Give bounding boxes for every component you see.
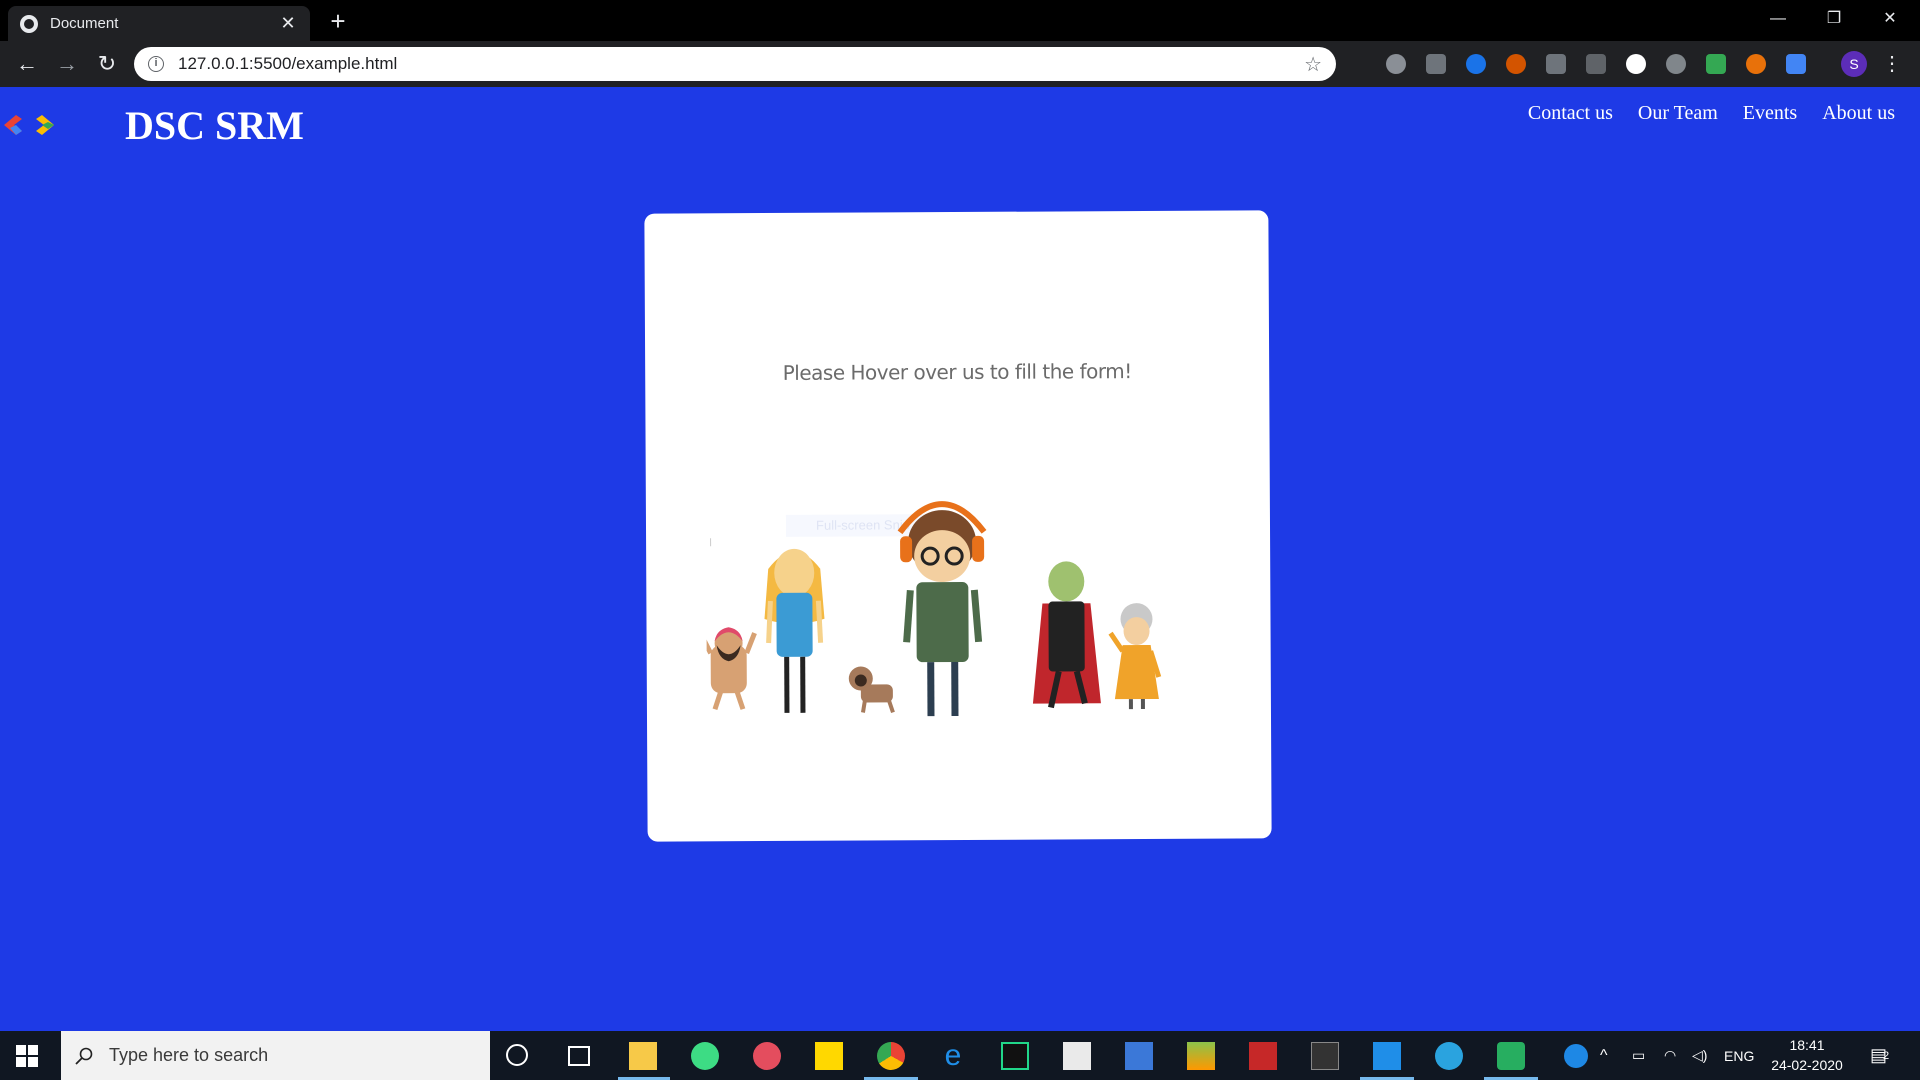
search-icon <box>75 1047 93 1065</box>
nav-events[interactable]: Events <box>1743 102 1797 125</box>
blonde-girl-character-icon <box>764 548 825 713</box>
extension-icon[interactable] <box>1426 54 1446 74</box>
nav-contact-us[interactable]: Contact us <box>1528 102 1613 125</box>
vampire-android-character-icon <box>1032 561 1101 709</box>
document-icon[interactable] <box>1063 1042 1091 1070</box>
globe-icon <box>20 14 38 33</box>
extension-icon[interactable] <box>1506 54 1526 74</box>
minimize-button[interactable]: — <box>1750 0 1806 38</box>
sticky-notes-icon[interactable] <box>815 1042 843 1070</box>
wifi-icon[interactable]: ◠ <box>1664 1031 1676 1080</box>
browser-toolbar: ← → ↻ i 127.0.0.1:5500/example.html ☆ S … <box>0 41 1920 87</box>
extension-icon[interactable] <box>1586 54 1606 74</box>
chrome-icon[interactable] <box>877 1042 905 1070</box>
pycharm-icon[interactable] <box>1001 1042 1029 1070</box>
app-icon[interactable] <box>1249 1042 1277 1070</box>
terminal-icon[interactable] <box>1311 1042 1339 1070</box>
browser-tab-bar: Document ✕ + — ❐ ✕ <box>0 0 1920 41</box>
notification-count: 2 <box>1883 1049 1890 1062</box>
address-bar[interactable]: i 127.0.0.1:5500/example.html ☆ <box>134 47 1336 81</box>
page-content: DSC SRM Contact us Our Team Events About… <box>0 87 1920 1031</box>
tray-overflow-icon[interactable]: ^ <box>1600 1031 1608 1080</box>
notification-center-icon[interactable]: ▤ 2 <box>1870 1031 1889 1080</box>
site-info-icon[interactable]: i <box>148 56 164 72</box>
volume-icon[interactable]: ◁) <box>1692 1031 1707 1080</box>
back-arrow-icon[interactable]: ← <box>13 50 41 78</box>
task-view-icon[interactable] <box>568 1046 590 1066</box>
android-studio-icon[interactable] <box>691 1042 719 1070</box>
tab-title: Document <box>50 15 119 32</box>
extension-icon[interactable] <box>1786 54 1806 74</box>
form-card[interactable]: Please Hover over us to fill the form! F… <box>644 210 1272 842</box>
browser-tab[interactable]: Document ✕ <box>8 6 310 41</box>
hover-prompt: Please Hover over us to fill the form! <box>782 359 1132 385</box>
restore-button[interactable]: ❐ <box>1806 0 1862 38</box>
nav-about-us[interactable]: About us <box>1822 102 1895 125</box>
address-bar-url[interactable]: 127.0.0.1:5500/example.html <box>178 54 1304 74</box>
browser-menu-icon[interactable]: ⋮ <box>1882 51 1902 77</box>
bookmark-star-icon[interactable]: ☆ <box>1304 52 1322 77</box>
extension-icon[interactable] <box>1386 54 1406 74</box>
clock-time: 18:41 <box>1789 1037 1825 1053</box>
extension-icon[interactable] <box>1706 54 1726 74</box>
file-explorer-icon[interactable] <box>629 1042 657 1070</box>
grandma-character-icon <box>1108 603 1162 710</box>
windows-taskbar: Type here to search e ^ ▭ ◠ ◁) ENG 18:41… <box>0 1031 1920 1080</box>
battery-icon[interactable]: ▭ <box>1632 1031 1645 1080</box>
android-characters-illustration[interactable] <box>705 471 1208 774</box>
bearded-character-icon <box>705 627 757 711</box>
extension-icon[interactable] <box>1626 54 1646 74</box>
brand-title: DSC SRM <box>125 103 304 148</box>
language-indicator[interactable]: ENG <box>1724 1031 1754 1080</box>
extension-icon[interactable] <box>1746 54 1766 74</box>
profile-avatar[interactable]: S <box>1841 51 1867 77</box>
network-app-icon[interactable] <box>1125 1042 1153 1070</box>
taskbar-clock[interactable]: 18:41 24-02-2020 <box>1762 1035 1852 1075</box>
pug-dog-icon <box>848 666 895 713</box>
clock-date: 24-02-2020 <box>1771 1057 1843 1073</box>
window-close-button[interactable]: ✕ <box>1862 0 1918 38</box>
help-icon[interactable] <box>1564 1044 1588 1068</box>
taskbar-search-box[interactable]: Type here to search <box>61 1031 490 1080</box>
extension-icon[interactable] <box>1546 54 1566 74</box>
cortana-icon[interactable] <box>506 1044 528 1066</box>
bluestacks-icon[interactable] <box>1187 1042 1215 1070</box>
paint-icon[interactable] <box>753 1042 781 1070</box>
cloud-download-icon[interactable] <box>1497 1042 1525 1070</box>
nav-our-team[interactable]: Our Team <box>1638 102 1718 125</box>
vscode-icon[interactable] <box>1373 1042 1401 1070</box>
tab-close-icon[interactable]: ✕ <box>278 13 298 34</box>
dsc-logo <box>4 115 54 135</box>
telegram-icon[interactable] <box>1435 1042 1463 1070</box>
search-placeholder: Type here to search <box>109 1045 269 1065</box>
extension-icon[interactable] <box>1466 54 1486 74</box>
top-nav: Contact us Our Team Events About us <box>1528 102 1895 125</box>
windows-start-icon[interactable] <box>16 1045 38 1067</box>
edge-icon[interactable]: e <box>939 1041 967 1071</box>
reload-icon[interactable]: ↻ <box>93 50 121 78</box>
new-tab-button[interactable]: + <box>324 6 352 36</box>
forward-arrow-icon[interactable]: → <box>53 50 81 78</box>
headphones-character-icon <box>897 501 987 717</box>
extension-icon[interactable] <box>1666 54 1686 74</box>
